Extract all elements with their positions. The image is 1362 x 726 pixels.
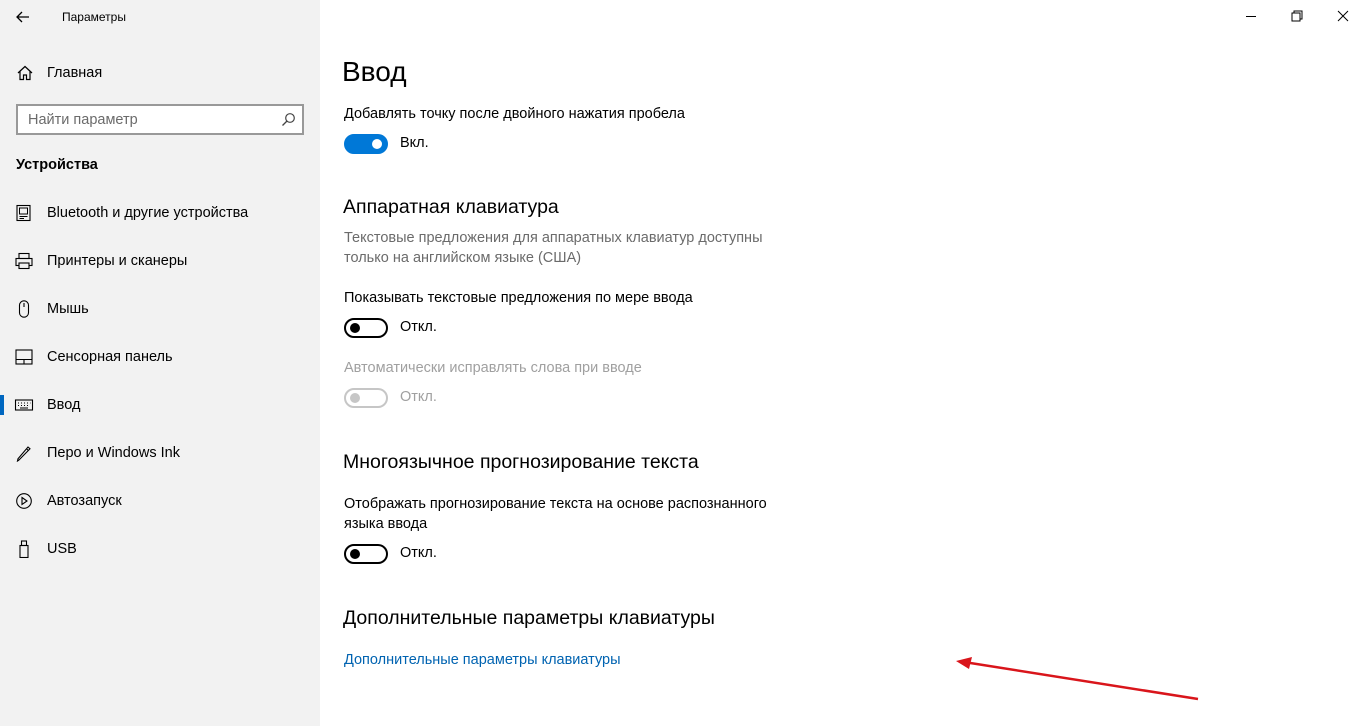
sidebar-item-label: Перо и Windows Ink xyxy=(47,445,180,461)
page-title: Ввод xyxy=(342,56,407,87)
touchpad-icon xyxy=(15,349,33,365)
search-input[interactable] xyxy=(18,106,268,133)
home-icon xyxy=(17,65,33,81)
app-title: Параметры xyxy=(62,10,126,24)
main-content: Ввод Добавлять точку после двойного нажа… xyxy=(320,0,1362,726)
sidebar-item-label: Автозапуск xyxy=(47,493,122,509)
sidebar: Параметры Главная Устройства Bluetooth и… xyxy=(0,0,320,726)
printer-icon xyxy=(15,252,33,270)
toggle-state-text: Откл. xyxy=(400,545,437,561)
back-arrow-icon xyxy=(16,11,29,23)
sidebar-item-label: USB xyxy=(47,541,77,557)
toggle-state-text: Откл. xyxy=(400,389,437,405)
advanced-keyboard-heading: Дополнительные параметры клавиатуры xyxy=(343,607,715,629)
multilingual-heading: Многоязычное прогнозирование текста xyxy=(343,451,699,473)
hardware-keyboard-heading: Аппаратная клавиатура xyxy=(343,196,559,218)
advanced-keyboard-link[interactable]: Дополнительные параметры клавиатуры xyxy=(344,652,621,668)
sidebar-item-label: Сенсорная панель xyxy=(47,349,173,365)
toggle-knob xyxy=(350,393,360,403)
title-bar: Параметры xyxy=(0,0,320,34)
double-space-toggle[interactable] xyxy=(344,134,388,154)
mouse-icon xyxy=(18,300,30,318)
sidebar-item-label: Принтеры и сканеры xyxy=(47,253,188,269)
sidebar-item-usb[interactable]: USB xyxy=(0,529,320,569)
show-suggestions-toggle[interactable] xyxy=(344,318,388,338)
usb-icon xyxy=(19,540,29,558)
multilingual-label: Отображать прогнозирование текста на осн… xyxy=(344,494,804,534)
keyboard-icon xyxy=(14,399,34,411)
sidebar-item-mouse[interactable]: Мышь xyxy=(0,289,320,329)
description-line: только на английском языке (США) xyxy=(344,250,582,266)
sidebar-item-home[interactable]: Главная xyxy=(0,56,320,90)
sidebar-item-autoplay[interactable]: Автозапуск xyxy=(0,481,320,521)
toggle-knob xyxy=(350,549,360,559)
multilingual-toggle[interactable] xyxy=(344,544,388,564)
sidebar-item-label: Главная xyxy=(47,65,103,81)
search-icon[interactable] xyxy=(281,112,296,127)
double-space-label: Добавлять точку после двойного нажатия п… xyxy=(344,106,685,122)
sidebar-item-printers[interactable]: Принтеры и сканеры xyxy=(0,241,320,281)
sidebar-section-title: Устройства xyxy=(16,157,98,173)
sidebar-item-label: Bluetooth и другие устройства xyxy=(47,205,249,221)
annotation-arrow-icon xyxy=(956,657,1199,701)
toggle-state-text: Откл. xyxy=(400,319,437,335)
toggle-knob xyxy=(350,323,360,333)
bluetooth-devices-icon xyxy=(16,204,31,222)
sidebar-item-touchpad[interactable]: Сенсорная панель xyxy=(0,337,320,377)
autocorrect-label: Автоматически исправлять слова при вводе xyxy=(344,360,642,376)
autocorrect-toggle xyxy=(344,388,388,408)
label-line: языка ввода xyxy=(344,516,428,532)
pen-icon xyxy=(16,446,31,462)
sidebar-item-label: Мышь xyxy=(47,301,89,317)
search-box[interactable] xyxy=(16,104,304,135)
active-indicator xyxy=(0,395,4,415)
autoplay-icon xyxy=(16,493,32,509)
sidebar-item-pen[interactable]: Перо и Windows Ink xyxy=(0,433,320,473)
description-line: Текстовые предложения для аппаратных кла… xyxy=(344,230,763,246)
sidebar-item-label: Ввод xyxy=(47,397,81,413)
sidebar-item-bluetooth[interactable]: Bluetooth и другие устройства xyxy=(0,193,320,233)
back-button[interactable] xyxy=(12,6,34,28)
toggle-knob xyxy=(372,139,382,149)
sidebar-item-input[interactable]: Ввод xyxy=(0,385,320,425)
hardware-keyboard-description: Текстовые предложения для аппаратных кла… xyxy=(344,228,804,268)
show-suggestions-label: Показывать текстовые предложения по мере… xyxy=(344,290,693,306)
toggle-state-text: Вкл. xyxy=(400,135,429,151)
label-line: Отображать прогнозирование текста на осн… xyxy=(344,496,767,512)
